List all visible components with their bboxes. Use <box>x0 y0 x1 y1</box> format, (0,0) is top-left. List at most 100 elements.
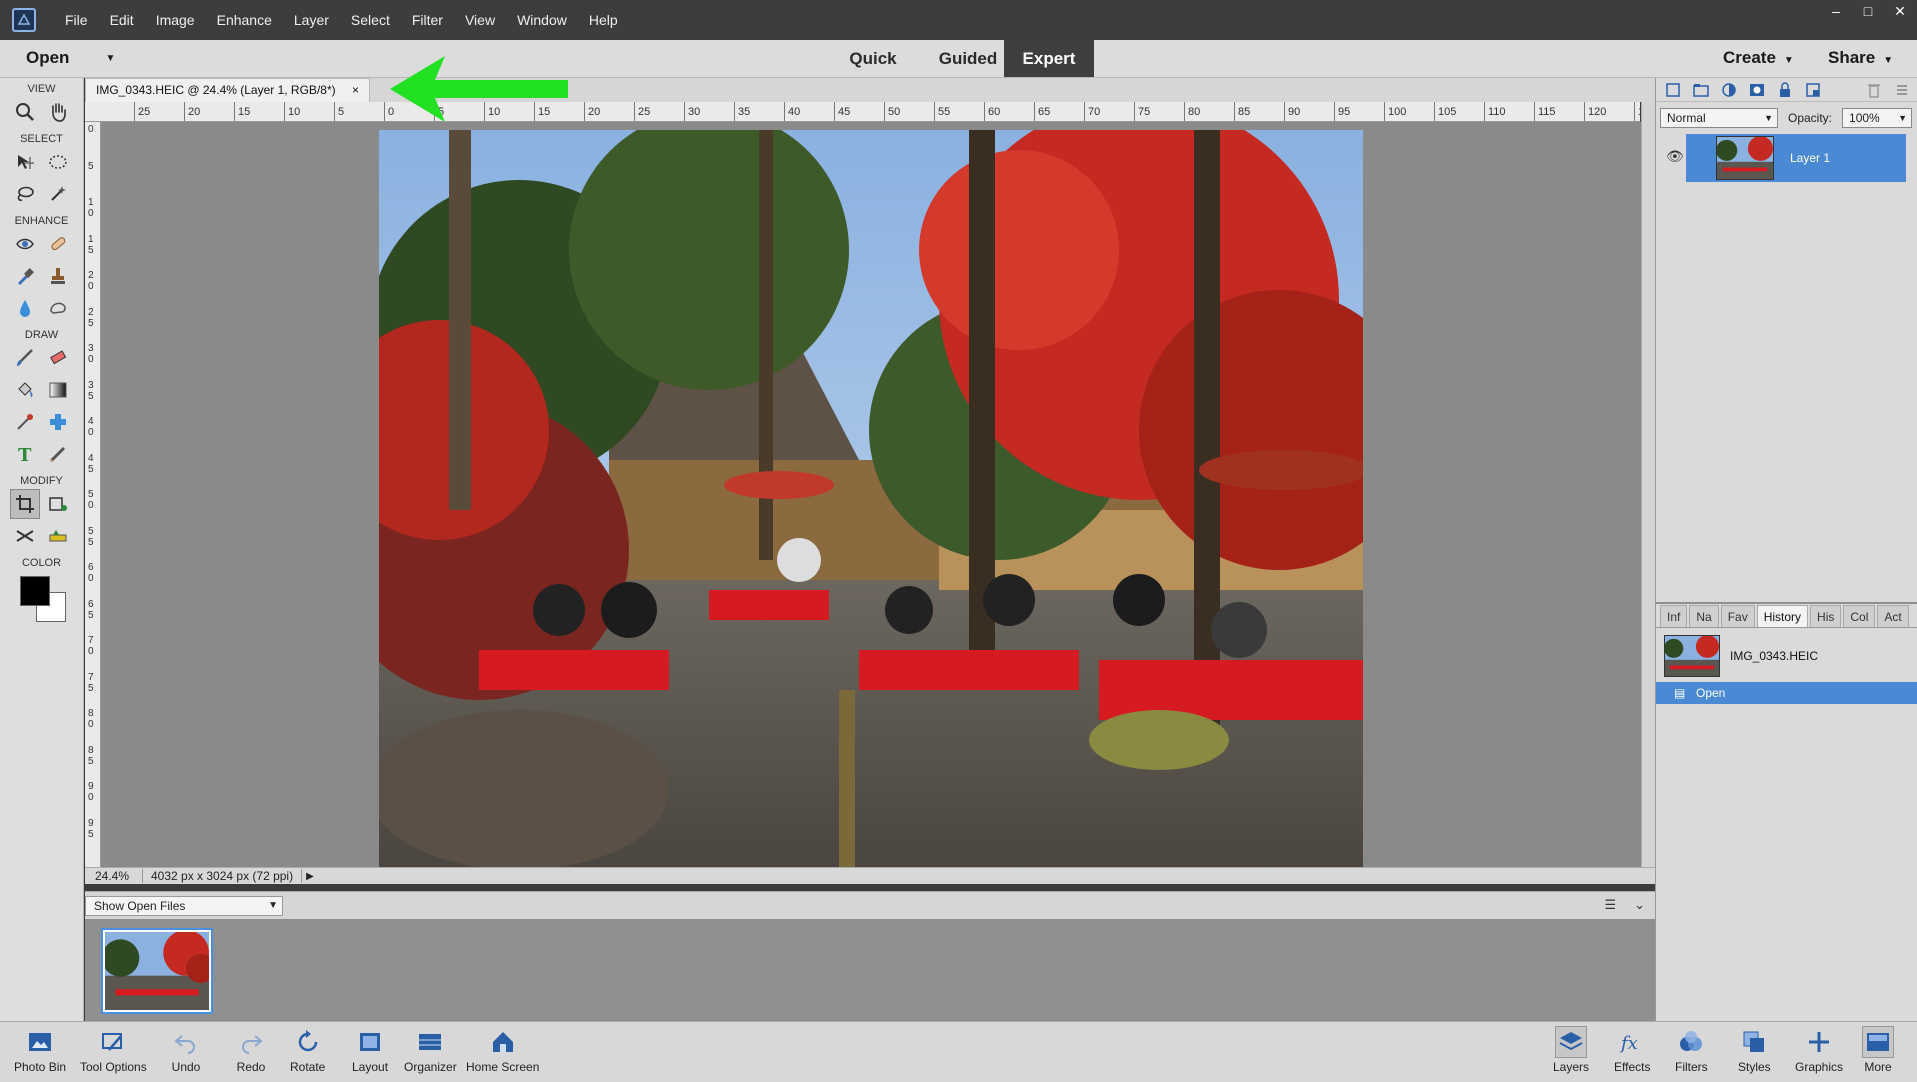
vertical-scrollbar[interactable] <box>1641 102 1655 867</box>
tab-favorites[interactable]: Fav <box>1720 605 1755 627</box>
menu-select[interactable]: Select <box>340 12 401 28</box>
tool-options-label: Tool Options <box>80 1060 147 1074</box>
tab-history[interactable]: History <box>1756 605 1809 627</box>
close-icon[interactable]: × <box>352 79 359 101</box>
menu-filter[interactable]: Filter <box>401 12 454 28</box>
menu-window[interactable]: Window <box>506 12 578 28</box>
clone-stamp-tool-icon[interactable] <box>43 261 73 291</box>
lasso-tool-icon[interactable] <box>10 179 40 209</box>
graphics-button[interactable]: Graphics <box>1795 1026 1843 1074</box>
app-logo-icon[interactable] <box>12 8 36 32</box>
crop-tool-icon[interactable] <box>9 489 40 519</box>
home-screen-button[interactable]: Home Screen <box>466 1026 539 1074</box>
content-aware-move-tool-icon[interactable] <box>10 521 40 551</box>
eraser-tool-icon[interactable] <box>43 343 73 373</box>
layer-mask-icon[interactable] <box>1748 81 1766 99</box>
document-image[interactable] <box>379 130 1363 868</box>
tab-quick[interactable]: Quick <box>838 40 908 77</box>
svg-text:T: T <box>18 445 32 465</box>
layers-panel-button[interactable]: Layers <box>1553 1026 1589 1074</box>
menu-edit[interactable]: Edit <box>99 12 145 28</box>
chevron-right-icon[interactable]: ▶ <box>302 871 314 882</box>
menu-help[interactable]: Help <box>578 12 629 28</box>
history-snapshot[interactable]: IMG_0343.HEIC <box>1656 632 1917 680</box>
paint-bucket-tool-icon[interactable] <box>10 375 40 405</box>
menu-file[interactable]: File <box>54 12 99 28</box>
brush-tool-icon[interactable] <box>10 343 40 373</box>
undo-button[interactable]: Undo <box>170 1026 202 1074</box>
history-panel: Inf Na Fav History His Col Act IMG_0343.… <box>1655 602 1917 1021</box>
rotate-button[interactable]: Rotate <box>290 1026 325 1074</box>
move-tool-icon[interactable] <box>10 147 40 177</box>
custom-shape-tool-icon[interactable] <box>43 407 73 437</box>
quick-selection-tool-icon[interactable] <box>43 179 73 209</box>
pencil-tool-icon[interactable] <box>43 439 73 469</box>
menu-enhance[interactable]: Enhance <box>206 12 283 28</box>
layout-icon <box>354 1026 386 1058</box>
tab-color[interactable]: Col <box>1843 605 1876 627</box>
panel-menu-icon[interactable] <box>1893 81 1911 99</box>
layout-button[interactable]: Layout <box>352 1026 388 1074</box>
ruler-tick-label: 25 <box>88 306 94 329</box>
tab-expert[interactable]: Expert <box>1004 40 1094 77</box>
marquee-tool-icon[interactable] <box>43 147 73 177</box>
layer-row[interactable]: Layer 1 <box>1686 134 1906 182</box>
menu-view[interactable]: View <box>454 12 506 28</box>
menu-layer[interactable]: Layer <box>283 12 340 28</box>
tab-actions[interactable]: Act <box>1877 605 1909 627</box>
adjustment-layer-icon[interactable] <box>1720 81 1738 99</box>
visibility-eye-icon[interactable]: 👁 <box>1666 148 1684 165</box>
close-window-button[interactable]: ✕ <box>1891 3 1909 20</box>
section-label-draw: DRAW <box>24 329 59 341</box>
smart-brush-tool-icon[interactable] <box>10 261 40 291</box>
zoom-tool-icon[interactable] <box>10 97 40 127</box>
hand-tool-icon[interactable] <box>43 97 73 127</box>
menu-image[interactable]: Image <box>145 12 206 28</box>
photo-bin-button[interactable]: Photo Bin <box>14 1026 66 1074</box>
straighten-tool-icon[interactable] <box>43 521 73 551</box>
tool-options-button[interactable]: Tool Options <box>80 1026 147 1074</box>
effects-button[interactable]: fx Effects <box>1614 1026 1650 1074</box>
document-tab[interactable]: IMG_0343.HEIC @ 24.4% (Layer 1, RGB/8*) … <box>85 78 370 102</box>
tab-navigator[interactable]: Na <box>1689 605 1719 627</box>
share-button[interactable]: Share ▼ <box>1828 48 1893 68</box>
minimize-button[interactable]: – <box>1827 3 1845 19</box>
create-button[interactable]: Create ▼ <box>1723 48 1794 68</box>
recompose-tool-icon[interactable] <box>43 489 73 519</box>
lock-transparency-icon[interactable] <box>1804 81 1822 99</box>
more-button[interactable]: More <box>1862 1026 1894 1074</box>
lock-icon[interactable] <box>1776 81 1794 99</box>
zoom-level[interactable]: 24.4% <box>85 869 143 883</box>
tab-info[interactable]: Inf <box>1660 605 1688 627</box>
gradient-tool-icon[interactable] <box>43 375 73 405</box>
delete-layer-icon[interactable] <box>1865 81 1883 99</box>
eyedropper-tool-icon[interactable] <box>10 407 40 437</box>
chevron-down-icon[interactable]: ⌄ <box>1634 897 1645 913</box>
ruler-tick-label: 50 <box>88 489 94 511</box>
red-eye-tool-icon[interactable] <box>10 229 40 259</box>
tab-histogram[interactable]: His <box>1810 605 1842 627</box>
bin-thumbnail[interactable] <box>101 928 216 1014</box>
new-group-icon[interactable] <box>1692 81 1710 99</box>
tab-guided[interactable]: Guided <box>923 40 1013 77</box>
history-step[interactable]: ▤ Open <box>1656 682 1917 704</box>
sponge-tool-icon[interactable] <box>43 293 73 323</box>
open-button[interactable]: Open ▼ <box>26 48 115 68</box>
ruler-tick-label: 15 <box>88 233 94 256</box>
blur-tool-icon[interactable] <box>10 293 40 323</box>
opacity-field[interactable]: 100% ▼ <box>1842 108 1913 128</box>
maximize-button[interactable]: □ <box>1859 3 1877 19</box>
spot-healing-tool-icon[interactable] <box>43 229 73 259</box>
organizer-button[interactable]: Organizer <box>404 1026 457 1074</box>
blend-mode-select[interactable]: Normal ▼ <box>1660 108 1778 128</box>
redo-button[interactable]: Redo <box>235 1026 267 1074</box>
new-layer-icon[interactable] <box>1664 81 1682 99</box>
foreground-color-swatch[interactable] <box>20 576 50 606</box>
rotate-icon <box>292 1026 324 1058</box>
type-tool-icon[interactable]: T <box>10 439 40 469</box>
styles-button[interactable]: Styles <box>1738 1026 1771 1074</box>
bin-menu-icon[interactable]: ☰ <box>1604 897 1616 913</box>
show-open-files-select[interactable]: Show Open Files ▼ <box>85 896 283 916</box>
filters-button[interactable]: Filters <box>1675 1026 1708 1074</box>
ruler-tick <box>234 102 235 121</box>
